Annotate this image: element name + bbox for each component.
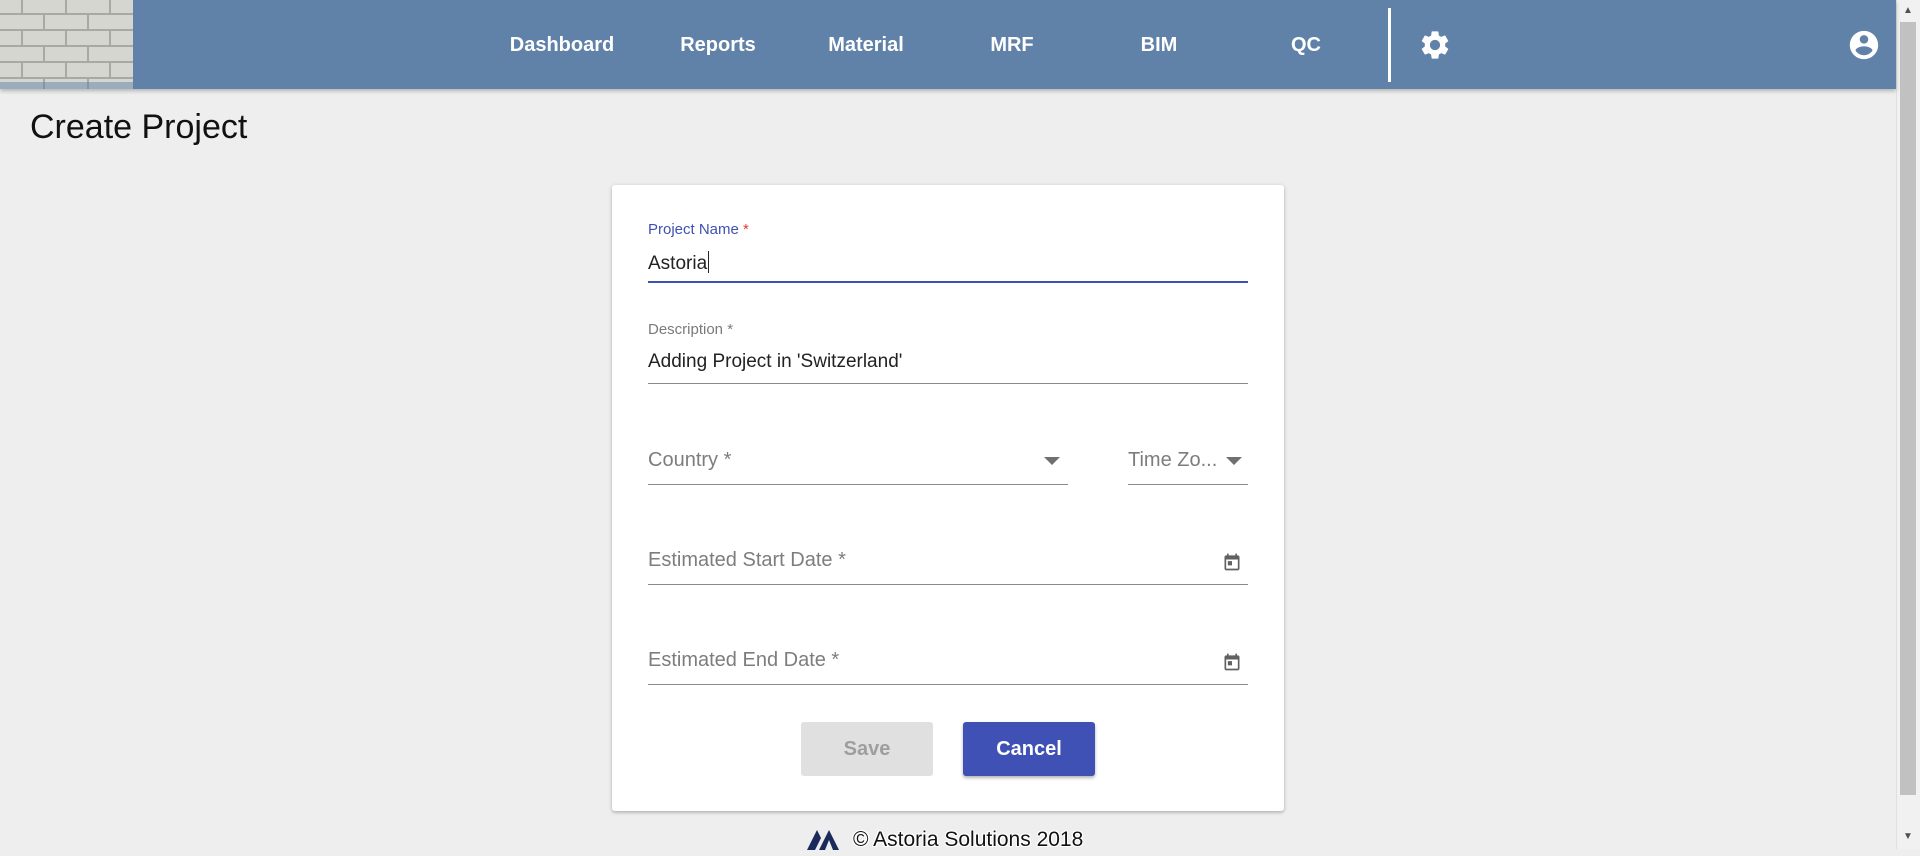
- time-zone-select[interactable]: Time Zo...: [1128, 449, 1248, 493]
- gear-icon[interactable]: [1418, 28, 1452, 62]
- top-navigation-bar: Dashboard Reports Material MRF BIM QC: [0, 0, 1896, 89]
- end-date-field[interactable]: Estimated End Date *: [648, 649, 1248, 693]
- brick-wall-image: [0, 0, 133, 89]
- chevron-down-icon[interactable]: [1044, 457, 1060, 465]
- description-underline: [648, 383, 1248, 384]
- time-zone-underline: [1128, 484, 1248, 485]
- cancel-button[interactable]: Cancel: [963, 722, 1095, 776]
- nav-qc[interactable]: QC: [1266, 30, 1346, 60]
- calendar-icon[interactable]: [1222, 652, 1242, 672]
- save-button[interactable]: Save: [801, 722, 933, 776]
- country-select[interactable]: Country *: [648, 449, 1068, 493]
- project-name-underline: [648, 281, 1248, 283]
- required-mark: *: [743, 221, 749, 238]
- nav-divider: [1388, 8, 1391, 82]
- astoria-logo-icon: [807, 830, 839, 850]
- create-project-form-card: Project Name * Astoria Description * Add…: [612, 185, 1284, 811]
- text-cursor: [708, 251, 710, 273]
- nav-material[interactable]: Material: [818, 30, 914, 60]
- nav-mrf[interactable]: MRF: [972, 30, 1052, 60]
- scroll-up-arrow-icon[interactable]: ▲: [1900, 3, 1916, 19]
- time-zone-placeholder: Time Zo...: [1128, 449, 1218, 471]
- project-name-value: Astoria: [648, 253, 708, 274]
- description-field[interactable]: Description * Adding Project in 'Switzer…: [648, 321, 1248, 387]
- scroll-down-arrow-icon[interactable]: ▼: [1900, 829, 1916, 845]
- end-date-placeholder: Estimated End Date *: [648, 649, 840, 671]
- description-input[interactable]: Adding Project in 'Switzerland': [648, 351, 902, 373]
- calendar-icon[interactable]: [1222, 552, 1242, 572]
- project-name-label: Project Name *: [648, 221, 749, 238]
- description-label: Description *: [648, 321, 734, 338]
- project-name-field[interactable]: Project Name * Astoria: [648, 221, 1248, 287]
- end-date-underline: [648, 684, 1248, 685]
- page-title: Create Project: [30, 108, 248, 146]
- start-date-placeholder: Estimated Start Date *: [648, 549, 846, 571]
- account-circle-icon[interactable]: [1847, 28, 1881, 62]
- page-scrollbar-thumb[interactable]: [1900, 22, 1916, 795]
- project-name-input[interactable]: Astoria: [648, 251, 710, 275]
- start-date-field[interactable]: Estimated Start Date *: [648, 549, 1248, 593]
- nav-bim[interactable]: BIM: [1119, 30, 1199, 60]
- nav-reports[interactable]: Reports: [670, 30, 766, 60]
- country-placeholder: Country *: [648, 449, 732, 471]
- country-underline: [648, 484, 1068, 485]
- start-date-underline: [648, 584, 1248, 585]
- chevron-down-icon[interactable]: [1226, 457, 1242, 465]
- nav-dashboard[interactable]: Dashboard: [507, 30, 617, 60]
- project-name-label-text: Project Name: [648, 221, 739, 238]
- brick-wall-logo[interactable]: [0, 0, 133, 89]
- footer-copyright: © Astoria Solutions 2018: [853, 828, 1084, 851]
